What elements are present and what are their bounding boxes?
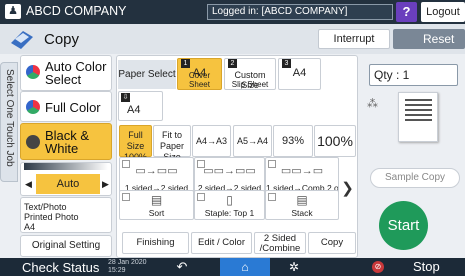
duplex-icon: ▭→▭▭: [135, 165, 178, 177]
tray-1-button[interactable]: 1 A4 Cover Sheet: [177, 58, 222, 90]
stack-icon: ▤: [296, 193, 308, 207]
stop-icon: ⊘: [372, 261, 384, 273]
zoom-93-button[interactable]: 93%: [273, 125, 313, 157]
tab-edit-color[interactable]: Edit / Color: [191, 232, 252, 254]
sample-copy-button[interactable]: Sample Copy: [370, 168, 460, 188]
stack-button[interactable]: ▤ Stack: [265, 190, 339, 220]
login-status: Logged in: [ABCD COMPANY]: [207, 4, 393, 20]
start-button[interactable]: Start: [379, 201, 428, 250]
tray-number: 2: [228, 59, 237, 68]
sort-icon: ▤: [150, 193, 163, 207]
original-line3: A4: [24, 222, 36, 232]
original-line1: Text/Photo: [24, 202, 67, 212]
interrupt-button[interactable]: Interrupt: [318, 29, 390, 49]
auto-color-label: Auto Color Select: [45, 59, 107, 87]
page-title: Copy: [44, 31, 80, 48]
tray-3-button[interactable]: 3 A4: [278, 58, 321, 90]
auto-color-button[interactable]: Auto Color Select: [20, 55, 112, 91]
logout-button[interactable]: Logout: [421, 2, 465, 22]
check-status-button[interactable]: Check Status: [22, 260, 99, 275]
tab-finishing[interactable]: Finishing: [122, 232, 189, 254]
tray-sub: Slip Sheet: [231, 80, 269, 89]
full-color-icon: [26, 100, 40, 114]
user-icon: ♟: [5, 4, 21, 19]
tab-copy-ratio[interactable]: Copy Ratio: [308, 232, 356, 268]
full-size-button[interactable]: Full Size100%: [119, 125, 152, 162]
preview-thumbnail: [398, 92, 438, 142]
side-tab-one-touch[interactable]: Select One Touch Job: [0, 62, 18, 182]
copy-icon: [11, 31, 33, 49]
gear-icon[interactable]: ✲: [282, 258, 306, 276]
black-white-label: Black & White: [45, 128, 90, 156]
bypass-tray-button[interactable]: ⇩ A4: [118, 91, 163, 121]
back-icon[interactable]: ↶: [171, 258, 193, 276]
auto-color-icon: [26, 65, 40, 79]
zoom-100-button[interactable]: 100%: [314, 125, 356, 157]
fit-label-1: Fit to: [161, 130, 182, 140]
original-line2: Printed Photo: [24, 212, 79, 222]
staple-icon: ▯: [226, 193, 233, 207]
stop-button[interactable]: Stop: [413, 259, 440, 274]
paper-select-label: Paper Select: [118, 60, 176, 89]
tray-sub: Cover Sheet: [188, 71, 211, 89]
original-setting-button[interactable]: Original Setting: [20, 235, 112, 257]
bypass-icon: ⇩: [121, 93, 130, 102]
black-white-button[interactable]: Black & White: [20, 123, 112, 160]
tab-2sided-combine[interactable]: 2 Sided /Combine: [254, 232, 306, 254]
interrupt-label: Interrupt: [333, 33, 375, 45]
bypass-size: A4: [127, 104, 141, 116]
help-button[interactable]: ?: [396, 2, 417, 22]
zoom-a5-a4-button[interactable]: A5→A4: [233, 125, 272, 157]
people-icon: ⁂: [367, 98, 378, 110]
staple-label: Staple: Top 1: [204, 208, 255, 218]
original-type-button[interactable]: Text/Photo Printed Photo A4: [20, 197, 112, 233]
date: 28 Jan 2020: [108, 259, 147, 266]
stack-label: Stack: [291, 208, 313, 218]
tray-size: A4: [292, 67, 307, 79]
datetime: 28 Jan 2020 15:29: [108, 259, 147, 275]
sort-label: Sort: [148, 208, 165, 218]
company-name: ABCD COMPANY: [26, 4, 127, 18]
fit-paper-button[interactable]: Fit toPaper Size: [153, 125, 191, 162]
full-color-label: Full Color: [45, 100, 101, 115]
chevron-right-icon[interactable]: ❯: [339, 157, 356, 220]
sort-button[interactable]: ▤ Sort: [119, 190, 194, 220]
time: 15:29: [108, 267, 126, 274]
density-decrease-button[interactable]: ◀: [22, 174, 35, 194]
density-gradient: [24, 163, 108, 170]
side-tab-label: Select One Touch Job: [4, 69, 15, 167]
staple-button[interactable]: ▯ Staple: Top 1: [194, 190, 265, 220]
home-icon[interactable]: ⌂: [220, 258, 270, 276]
zoom-a4-a3-button[interactable]: A4→A3: [192, 125, 231, 157]
reset-button[interactable]: Reset: [393, 29, 465, 49]
combine-icon: ▭▭→▭: [280, 165, 324, 177]
tray-2-button[interactable]: 2 Custom Size Slip Sheet: [224, 58, 276, 90]
quantity-field[interactable]: Qty : 1: [369, 64, 458, 86]
black-white-icon: [26, 135, 40, 149]
density-auto-button[interactable]: Auto: [36, 174, 100, 194]
density-increase-button[interactable]: ▶: [100, 174, 111, 194]
full-color-button[interactable]: Full Color: [20, 91, 112, 122]
full-size-label: Full Size: [126, 130, 145, 151]
duplex-icon: ▭▭→▭▭: [203, 165, 256, 177]
